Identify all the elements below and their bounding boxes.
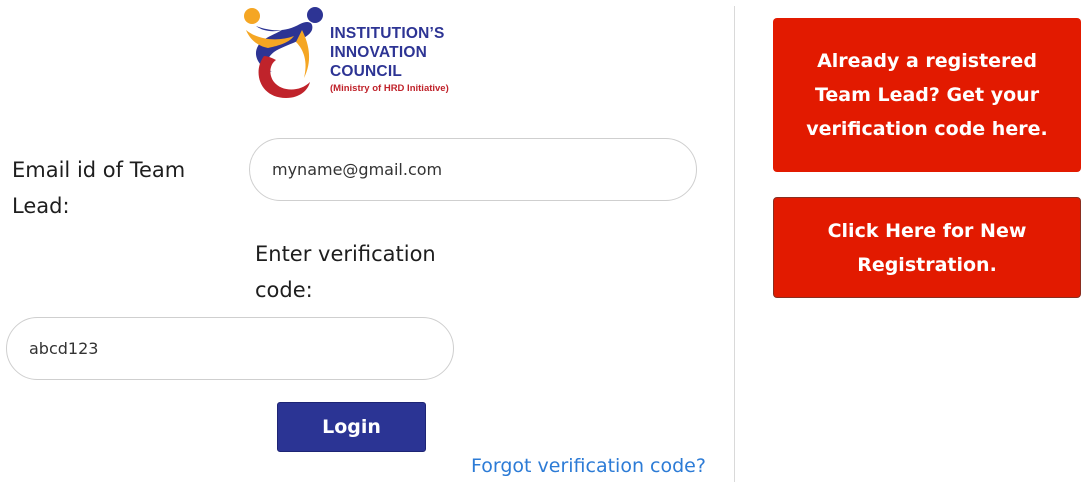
new-registration-label: Click Here for New Registration.: [827, 219, 1027, 276]
logo-title: INSTITUTION’S INNOVATION COUNCIL: [330, 25, 445, 80]
logo-subtitle: (Ministry of HRD Initiative): [330, 83, 449, 94]
new-registration-button[interactable]: Click Here for New Registration.: [773, 197, 1081, 298]
get-verification-code-label: Already a registered Team Lead? Get your…: [806, 50, 1048, 140]
email-field[interactable]: myname@gmail.com: [249, 138, 697, 201]
verification-code-label: Enter verification code:: [255, 242, 436, 302]
verification-code-field[interactable]: abcd123: [6, 317, 454, 380]
login-button[interactable]: Login: [277, 402, 426, 452]
email-label: Email id of Team Lead:: [12, 158, 186, 218]
divider: [734, 6, 735, 482]
forgot-verification-code-link[interactable]: Forgot verification code?: [471, 455, 706, 477]
iic-logo: INSTITUTION’S INNOVATION COUNCIL (Minist…: [242, 6, 472, 102]
iic-emblem-icon: [244, 7, 323, 98]
get-verification-code-button[interactable]: Already a registered Team Lead? Get your…: [773, 18, 1081, 172]
